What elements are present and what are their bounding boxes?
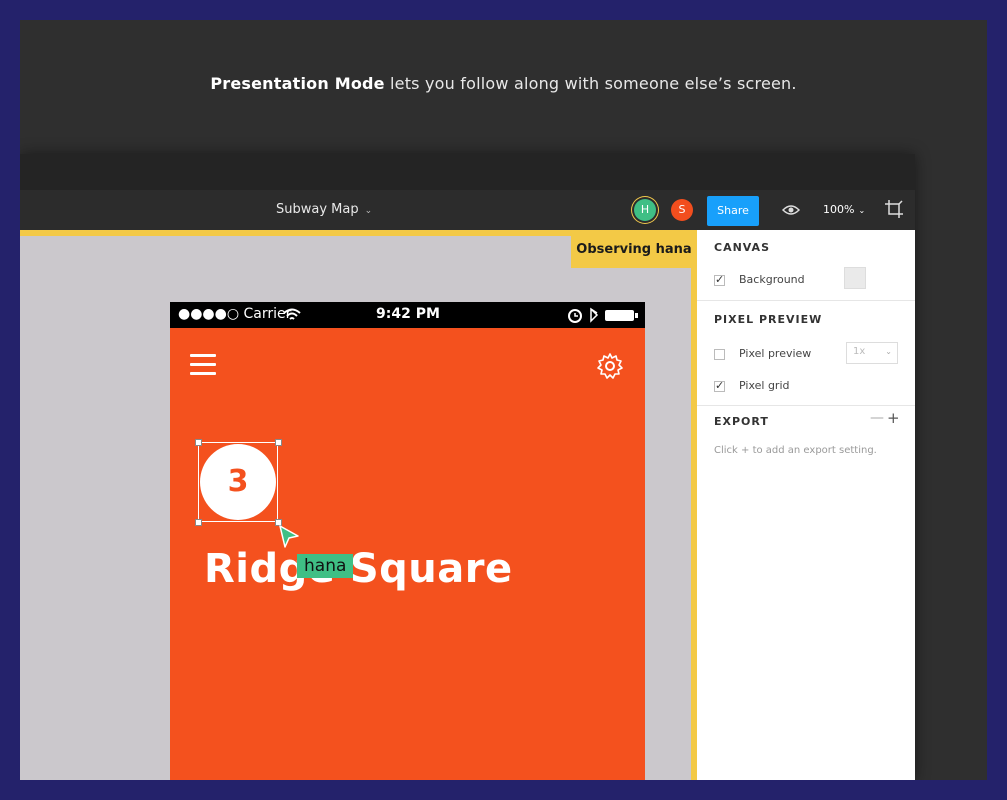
pixel-preview-scale-select[interactable]: 1x ⌄ (846, 342, 898, 364)
pixel-grid-checkbox[interactable] (714, 379, 725, 392)
cursor-pointer-icon (279, 525, 299, 548)
caption-rest: lets you follow along with someone else’… (384, 74, 797, 93)
share-button[interactable]: Share (707, 196, 759, 226)
caption-bold: Presentation Mode (210, 74, 385, 93)
status-time: 9:42 PM (376, 306, 440, 322)
status-bar: ●●●●○ Carrier 9:42 PM (170, 302, 645, 328)
selection-handle[interactable] (195, 519, 202, 526)
selection-handle[interactable] (195, 439, 202, 446)
canvas-section: CANVAS Background (697, 230, 915, 301)
collaborator-cursor-label: hana (297, 554, 354, 578)
chevron-down-icon: ⌄ (885, 347, 892, 356)
document-title[interactable]: Subway Map ⌄ (276, 202, 372, 217)
pixel-preview-section: PIXEL PREVIEW Pixel preview 1x ⌄ Pixel gr… (697, 301, 915, 406)
pixel-preview-label: Pixel preview (739, 347, 812, 360)
crop-icon[interactable] (884, 199, 904, 219)
pixel-preview-checkbox[interactable] (714, 348, 725, 360)
avatar-s[interactable]: S (671, 199, 693, 221)
background-checkbox[interactable] (714, 273, 725, 286)
pixel-grid-label: Pixel grid (739, 379, 790, 392)
observing-label[interactable]: Observing hana (571, 230, 697, 268)
app-window: Subway Map ⌄ H S Share 100% ⌄ Observing ha… (20, 154, 915, 780)
canvas-area[interactable]: Observing hana ●●●●○ Carrier 9:42 PM 3 R… (20, 230, 697, 780)
chevron-down-icon: ⌄ (858, 206, 866, 215)
section-title-pixel-preview: PIXEL PREVIEW (714, 313, 823, 326)
background-row[interactable]: Background (714, 273, 805, 286)
background-color-swatch[interactable] (844, 267, 866, 289)
caption: Presentation Mode lets you follow along … (20, 74, 987, 93)
chevron-down-icon: ⌄ (364, 206, 373, 216)
gear-icon[interactable] (596, 352, 624, 380)
wifi-icon (283, 308, 301, 320)
export-hint: Click + to add an export setting. (714, 445, 877, 456)
eye-icon[interactable] (782, 202, 800, 218)
line-number-badge[interactable]: 3 (200, 444, 276, 520)
station-name[interactable]: Ridge Square (204, 546, 513, 592)
title-bar (20, 154, 915, 190)
document-title-label: Subway Map (276, 202, 359, 217)
avatar-hana[interactable]: H (634, 199, 656, 221)
pixel-preview-scale: 1x (853, 346, 866, 357)
section-title-export: EXPORT (714, 415, 769, 428)
pixel-grid-row[interactable]: Pixel grid (714, 379, 789, 392)
pixel-preview-row[interactable]: Pixel preview (714, 347, 811, 360)
battery-icon (568, 307, 638, 323)
add-export-button[interactable]: + (887, 409, 900, 427)
zoom-value: 100% (823, 203, 855, 216)
selection-handle[interactable] (275, 439, 282, 446)
hamburger-menu-icon[interactable] (190, 354, 216, 376)
section-title-canvas: CANVAS (714, 241, 770, 254)
zoom-control[interactable]: 100% ⌄ (823, 203, 865, 216)
remove-export-button[interactable]: — (870, 410, 884, 426)
properties-panel: CANVAS Background PIXEL PREVIEW Pixel pr… (697, 230, 915, 780)
toolbar: Subway Map ⌄ H S Share 100% ⌄ (20, 190, 915, 230)
presentation-stage: Presentation Mode lets you follow along … (20, 20, 987, 780)
carrier-label: ●●●●○ Carrier (178, 306, 292, 322)
phone-frame[interactable]: ●●●●○ Carrier 9:42 PM 3 Ridge Square han… (170, 302, 645, 780)
background-label: Background (739, 273, 805, 286)
